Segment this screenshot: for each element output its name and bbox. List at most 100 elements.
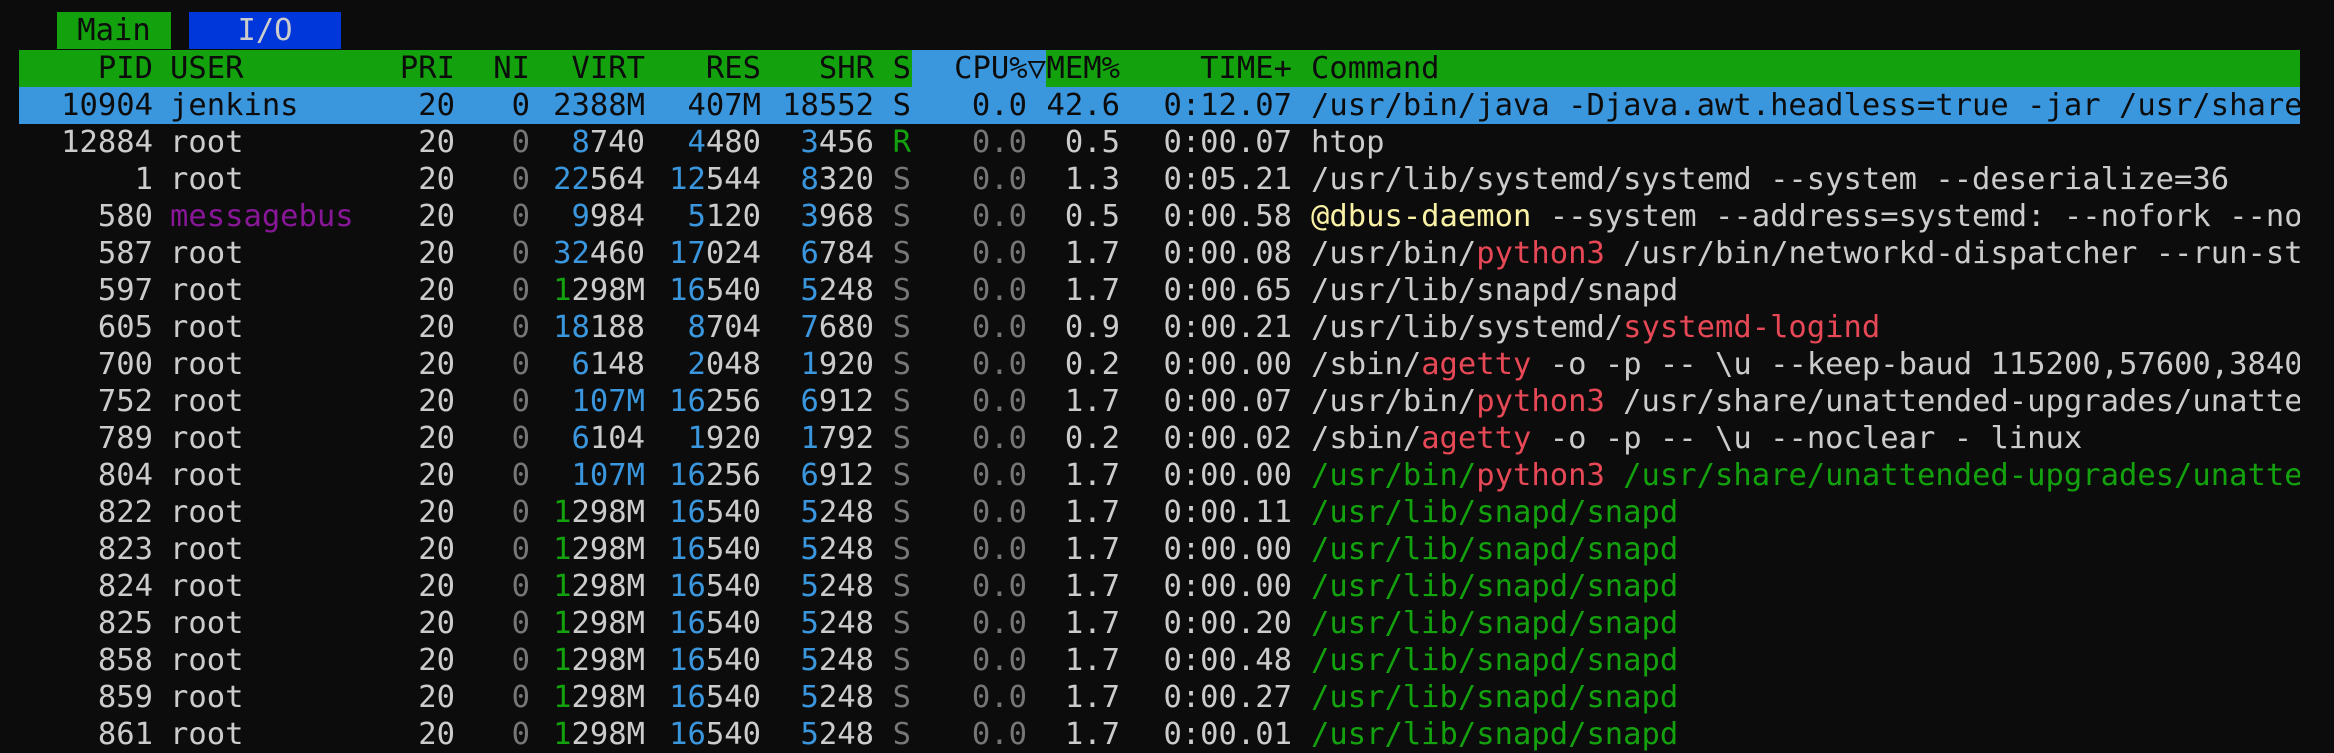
command-segment: /usr/lib/systemd/ — [1311, 310, 1624, 345]
process-row[interactable]: 859 root 20 0 1298M 16540 5248 S 0.0 1.7 0:00.27/u… — [19, 679, 2300, 716]
header-virt[interactable]: VIRT — [537, 50, 645, 87]
cell-time: 0:00.65 — [1163, 273, 1292, 308]
process-row[interactable]: 605 root 20 0 18188 8704 7680 S 0.0 0.9 0:00.21/us… — [19, 309, 2300, 346]
cell-res-high-digits: 16 — [669, 643, 706, 678]
process-row[interactable]: 822 root 20 0 1298M 16540 5248 S 0.0 1.7 0:00.11/u… — [19, 494, 2300, 531]
command-segment: agetty — [1421, 347, 1532, 382]
cell-mem: 1.7 — [1064, 643, 1120, 678]
cell-time: 0:00.07 — [1163, 125, 1292, 160]
header-time[interactable]: TIME+ — [1126, 50, 1292, 87]
cell-shr-high-digits: 5 — [800, 606, 819, 641]
cell-time: 0:00.00 — [1163, 458, 1292, 493]
process-row[interactable]: 789 root 20 0 6104 1920 1792 S 0.0 0.2 0:00.02/sbi… — [19, 420, 2300, 457]
process-row[interactable]: 824 root 20 0 1298M 16540 5248 S 0.0 1.7 0:00.00/u… — [19, 568, 2300, 605]
cell-ni: 0 — [511, 199, 530, 234]
cell-mem: 1.7 — [1064, 273, 1120, 308]
cell-mem: 1.7 — [1064, 532, 1120, 567]
cell-pri: 20 — [418, 717, 455, 752]
cell-command: /usr/lib/systemd/systemd-logind — [1292, 309, 2300, 346]
process-row[interactable]: 823 root 20 0 1298M 16540 5248 S 0.0 1.7 0:00.00/u… — [19, 531, 2300, 568]
cell-virt: 1298M — [537, 642, 645, 679]
process-row[interactable]: 861 root 20 0 1298M 16540 5248 S 0.0 1.7 0:00.01/u… — [19, 716, 2300, 753]
cell-res-high-digits: 17 — [669, 236, 706, 271]
cell-state: S — [892, 643, 911, 678]
process-row[interactable]: 825 root 20 0 1298M 16540 5248 S 0.0 1.7 0:00.20/u… — [19, 605, 2300, 642]
process-row[interactable]: 1 root 20 0 22564 12544 8320 S 0.0 1.3 0:05.21/usr… — [19, 161, 2300, 198]
cell-mem: 1.7 — [1064, 495, 1120, 530]
tab-main[interactable]: Main — [57, 12, 171, 49]
cell-res-low-digits: 024 — [705, 236, 761, 271]
process-row[interactable]: 12884 root 20 0 8740 4480 3456 R 0.0 0.5 0:00.07 ht… — [19, 124, 2300, 161]
process-row[interactable]: 597 root 20 0 1298M 16540 5248 S 0.0 1.7 0:00.65/u… — [19, 272, 2300, 309]
process-row[interactable]: 587 root 20 0 32460 17024 6784 S 0.0 1.7 0:00.08/u… — [19, 235, 2300, 272]
process-row[interactable]: 752 root 20 0 107M 16256 6912 S 0.0 1.7 0:00.07/us… — [19, 383, 2300, 420]
cell-cpu: 0.0 — [971, 347, 1027, 382]
header-res[interactable]: RES — [649, 50, 761, 87]
cell-pri: 20 — [418, 643, 455, 678]
cell-user: root — [170, 310, 244, 345]
cell-res: 8704 — [649, 309, 761, 346]
cell-virt-low-digits: 564 — [589, 162, 645, 197]
header-pri[interactable]: PRI — [365, 50, 455, 87]
cell-cpu: 0.0 — [971, 236, 1027, 271]
cell-pri: 20 — [418, 606, 455, 641]
cell-virt: 6104 — [537, 420, 645, 457]
cell-virt: 1298M — [537, 716, 645, 753]
command-segment: /usr/lib/snapd/snapd — [1311, 606, 1679, 641]
header-user[interactable]: USER — [170, 50, 380, 87]
cell-virt-low-digits: 298M — [571, 495, 645, 530]
cell-res-high-digits: 1 — [687, 421, 706, 456]
process-row[interactable]: 580 messagebus 20 0 9984 5120 3968 S 0.0 0.5 0:00.… — [19, 198, 2300, 235]
cell-cpu: 0.0 — [971, 606, 1027, 641]
header-pid[interactable]: PID — [19, 50, 153, 87]
cell-pri: 20 — [418, 347, 455, 382]
cell-res: 16540 — [649, 272, 761, 309]
cell-virt-high-digits: 22 — [553, 162, 590, 197]
process-row[interactable]: 804 root 20 0 107M 16256 6912 S 0.0 1.7 0:00.00/us… — [19, 457, 2300, 494]
command-segment: python3 — [1476, 384, 1605, 419]
cell-res-high-digits: 16 — [669, 273, 706, 308]
cell-ni: 0 — [511, 569, 530, 604]
cell-shr: 5248 — [763, 679, 874, 716]
tab-io[interactable]: I/O — [189, 12, 341, 49]
process-row-selected[interactable]: 10904 jenkins 20 0 2388M 407M 18552 S 0.0 42.6 0:1… — [19, 87, 2300, 124]
cell-cpu: 0.0 — [971, 680, 1027, 715]
header-ni[interactable]: NI — [474, 50, 530, 87]
cell-state: S — [892, 88, 911, 123]
process-row[interactable]: 700 root 20 0 6148 2048 1920 S 0.0 0.2 0:00.00/sbi… — [19, 346, 2300, 383]
cell-virt: 9984 — [537, 198, 645, 235]
cell-shr-high-digits: 5 — [800, 569, 819, 604]
cell-user: root — [170, 717, 244, 752]
cell-command: @dbus-daemon --system --address=systemd:… — [1292, 198, 2300, 235]
header-mem[interactable]: MEM% — [1024, 50, 1120, 87]
cell-res-low-digits: 544 — [705, 162, 761, 197]
cell-pid: 12884 — [61, 125, 153, 160]
cell-virt: 1298M — [537, 531, 645, 568]
cell-mem: 0.5 — [1064, 199, 1120, 234]
command-segment: -o -p -- \u --keep-baud 115200,57600,384… — [1549, 347, 2300, 382]
cell-virt-low-digits: 104 — [589, 421, 645, 456]
cell-state: S — [892, 384, 911, 419]
cell-shr-high-digits: 5 — [800, 273, 819, 308]
htop-terminal[interactable]: Main I/O PID USER PRI NI VIRT RES SHR S … — [0, 0, 2334, 752]
cell-virt-low-digits: 298M — [571, 606, 645, 641]
cell-res-high-digits: 16 — [669, 532, 706, 567]
cell-pid: 789 — [97, 421, 153, 456]
cell-shr-low-digits: 248 — [818, 680, 874, 715]
cell-time: 0:00.20 — [1163, 606, 1292, 641]
header-shr[interactable]: SHR — [763, 50, 874, 87]
command-segment: /usr/share/unattended-upgrades/unattende… — [1623, 458, 2300, 493]
cell-shr-high-digits: 3 — [800, 199, 819, 234]
header-command[interactable]: Command — [1292, 50, 2300, 87]
cell-virt-low-digits: 298M — [571, 717, 645, 752]
cell-shr: 5248 — [763, 642, 874, 679]
cell-ni: 0 — [511, 643, 530, 678]
cell-virt-high-digits: 8 — [571, 125, 590, 160]
header-state[interactable]: S — [873, 50, 911, 87]
cell-cpu: 0.0 — [971, 421, 1027, 456]
cell-shr-low-digits: 680 — [818, 310, 874, 345]
cell-state: S — [892, 606, 911, 641]
process-row[interactable]: 858 root 20 0 1298M 16540 5248 S 0.0 1.7 0:00.48/u… — [19, 642, 2300, 679]
cell-ni: 0 — [511, 458, 530, 493]
cell-ni: 0 — [511, 384, 530, 419]
